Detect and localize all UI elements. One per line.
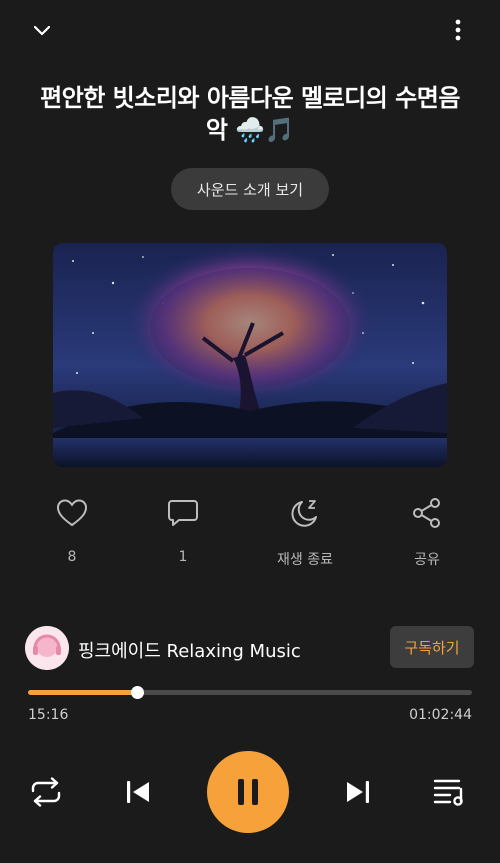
comment-icon [168, 500, 198, 526]
share-icon [413, 498, 440, 528]
share-label: 공유 [414, 552, 440, 568]
share-action[interactable]: 공유 [387, 495, 467, 569]
elapsed-time: 15:16 [28, 707, 69, 723]
previous-track-button[interactable] [118, 772, 158, 812]
subscribe-button[interactable]: 구독하기 [390, 626, 474, 668]
skip-previous-icon [127, 781, 149, 803]
playlist-button[interactable] [430, 772, 470, 812]
album-artwork [53, 243, 447, 467]
repeat-icon [31, 777, 61, 807]
progress-bar[interactable] [28, 686, 472, 699]
repeat-button[interactable] [26, 772, 66, 812]
moon-sleep-icon [291, 500, 317, 527]
heart-icon [57, 499, 87, 526]
comment-count: 1 [178, 549, 188, 565]
next-track-button[interactable] [338, 772, 378, 812]
progress-handle[interactable] [130, 686, 144, 699]
like-action[interactable]: 8 [32, 495, 112, 565]
sleep-timer-action[interactable]: 재생 종료 [265, 495, 345, 569]
channel-name[interactable]: 핑크에이드 Relaxing Music [78, 637, 301, 663]
playlist-icon [433, 779, 463, 806]
track-title: 편안한 빗소리와 아름다운 멜로디의 수면음악 🌧️🎵 [40, 84, 460, 144]
sleep-timer-label: 재생 종료 [277, 552, 333, 568]
pause-icon [238, 779, 258, 805]
collapse-button[interactable] [26, 14, 58, 46]
comment-action[interactable]: 1 [143, 495, 223, 565]
more-options-button[interactable] [442, 14, 474, 46]
channel-avatar[interactable] [25, 626, 69, 670]
progress-fill [28, 690, 137, 695]
total-duration: 01:02:44 [409, 707, 472, 723]
like-count: 8 [67, 549, 77, 565]
skip-next-icon [347, 781, 369, 803]
more-vertical-icon [455, 19, 461, 41]
play-pause-button[interactable] [207, 751, 289, 833]
chevron-down-icon [33, 25, 51, 36]
sound-info-button[interactable]: 사운드 소개 보기 [171, 168, 329, 210]
